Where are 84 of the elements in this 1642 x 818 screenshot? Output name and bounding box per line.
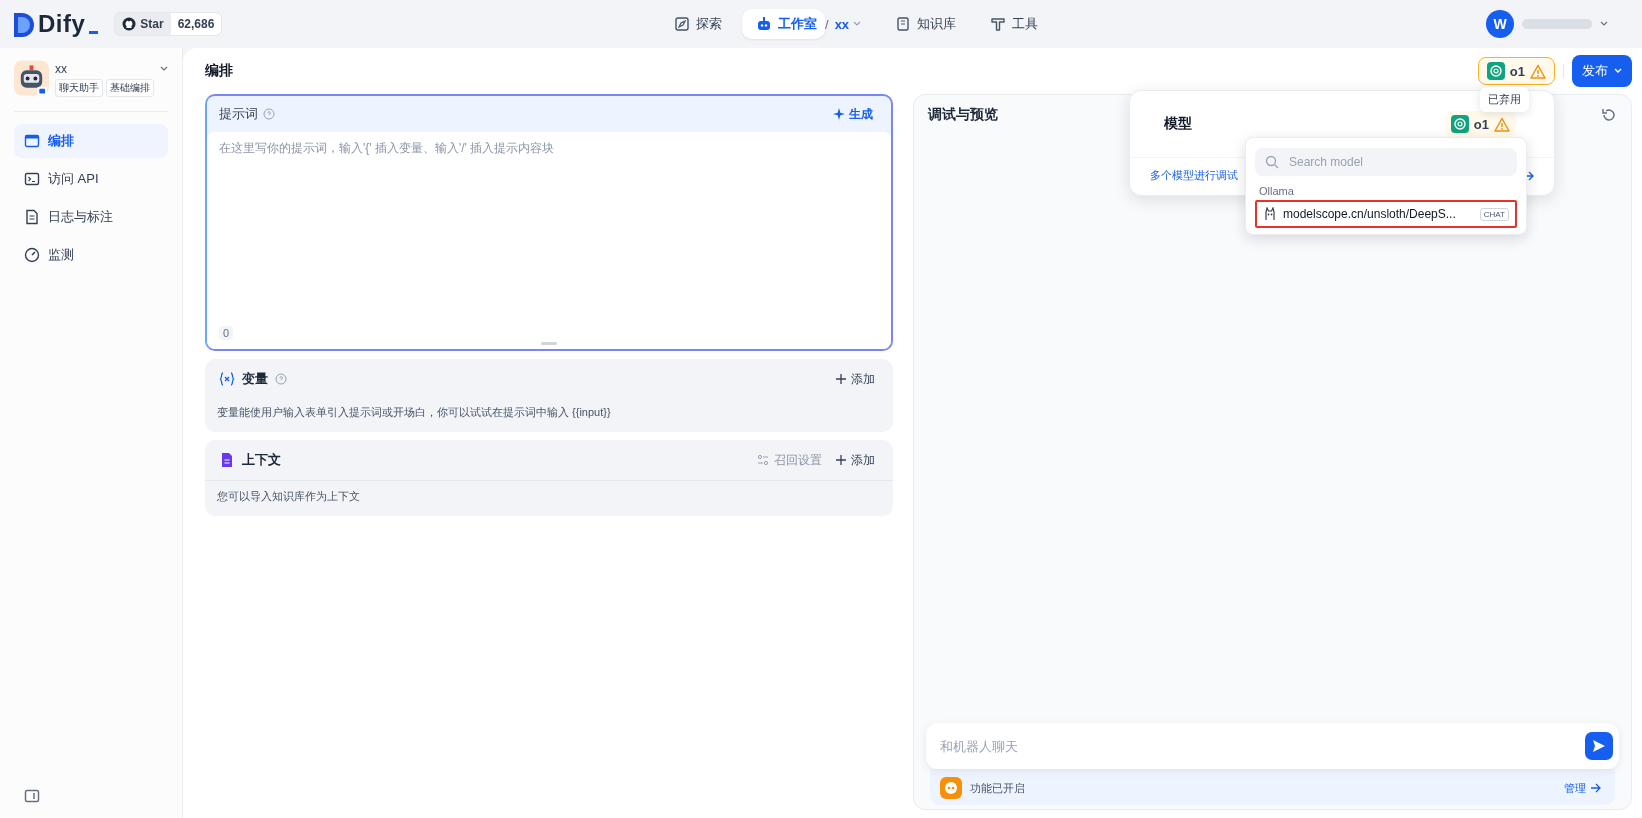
nav-tab[interactable]: 探索: [660, 9, 736, 39]
model-name: o1: [1509, 63, 1525, 79]
help-icon: [275, 373, 287, 385]
sparkle-icon: [833, 108, 845, 120]
character-count: 0: [219, 326, 234, 340]
nav-tab[interactable]: 工作室: [742, 9, 825, 39]
breadcrumb-separator: /: [825, 16, 829, 32]
multi-model-link[interactable]: 多个模型进行调试: [1150, 168, 1238, 183]
chevron-down-icon: [853, 21, 862, 27]
sidebar-item[interactable]: 访问 API: [14, 162, 168, 196]
model-chip[interactable]: o1: [1444, 111, 1516, 137]
compass-icon: [674, 16, 690, 32]
model-selector-button[interactable]: o1: [1477, 57, 1555, 85]
popover-title: 模型: [1164, 115, 1192, 133]
plus-icon: [836, 374, 846, 384]
search-input[interactable]: Search model: [1287, 154, 1507, 170]
model-name: o1: [1473, 116, 1489, 132]
features-status: 功能已开启: [970, 780, 1025, 796]
warning-icon: [1494, 116, 1510, 132]
chevron-down-icon: [1600, 21, 1608, 27]
help-icon: [263, 108, 275, 120]
section-description: 变量能使用户输入表单引入提示词或开场白，你可以试试在提示词中输入 {{input}}: [216, 405, 612, 420]
prompt-title: 提示词: [219, 105, 258, 123]
prompt-input[interactable]: 在这里写你的提示词，输入'{' 插入变量、输入'/' 插入提示内容块: [207, 132, 891, 323]
robot-icon: [756, 16, 772, 32]
document-icon: [24, 209, 40, 225]
sidebar-toggle-icon[interactable]: [24, 788, 40, 804]
logo-icon: [14, 13, 34, 37]
nav-tab[interactable]: 知识库: [881, 9, 971, 39]
app-tag: 基础编排: [106, 79, 154, 97]
panel-title: 调试与预览: [928, 106, 998, 124]
chevron-down-icon: [1614, 68, 1622, 74]
github-star-badge[interactable]: Star 62,686: [114, 12, 223, 36]
manage-link[interactable]: 管理: [1564, 780, 1601, 796]
send-icon: [1592, 739, 1606, 753]
resize-handle[interactable]: [541, 342, 557, 345]
chevron-down-icon[interactable]: [160, 66, 168, 72]
arrow-right-icon: [1591, 783, 1601, 793]
star-count: 62,686: [170, 13, 222, 35]
layout-icon: [24, 133, 40, 149]
chat-input[interactable]: 和机器人聊天: [938, 737, 1585, 755]
nav-tab[interactable]: 工具: [976, 9, 1053, 39]
redacted-name-icon: [1522, 17, 1592, 31]
model-logo-icon: [1450, 115, 1469, 133]
prompt-field[interactable]: 在这里写你的提示词，输入'{' 插入变量、输入'/' 插入提示内容块 0: [207, 132, 891, 349]
warning-icon: [1530, 63, 1546, 79]
sidebar-item[interactable]: 日志与标注: [14, 200, 168, 234]
variable-icon: [219, 371, 235, 387]
github-icon: [122, 17, 137, 31]
sidebar-item[interactable]: 监测: [14, 238, 168, 272]
search-icon: [1265, 155, 1279, 169]
app-robot-icon: [14, 60, 49, 96]
terminal-icon: [24, 171, 40, 187]
chat-input-box[interactable]: 和机器人聊天: [926, 723, 1619, 769]
deprecated-tooltip: 已弃用: [1479, 87, 1529, 112]
plus-icon: [836, 455, 846, 465]
sliders-icon: [757, 454, 769, 466]
file-icon: [219, 452, 235, 468]
app-tag: 聊天助手: [55, 79, 103, 97]
logo-text: Dify: [38, 11, 86, 37]
search-field[interactable]: Search model: [1255, 148, 1517, 176]
refresh-icon[interactable]: [1601, 107, 1617, 123]
add-button[interactable]: 添加: [836, 370, 875, 388]
logo-underscore-mark: [89, 31, 99, 34]
model-type-badge: CHAT: [1479, 207, 1509, 221]
app-switcher[interactable]: xx: [834, 16, 862, 32]
add-button[interactable]: 添加: [836, 451, 875, 469]
section-title: 变量: [242, 370, 268, 388]
publish-button[interactable]: 发布: [1572, 55, 1632, 87]
section-description: 您可以导入知识库作为上下文: [205, 480, 893, 516]
section-title: 上下文: [242, 451, 281, 469]
user-avatar[interactable]: W: [1486, 10, 1514, 38]
star-label: Star: [140, 17, 164, 31]
gauge-icon: [24, 247, 40, 263]
provider-label: Ollama: [1258, 184, 1295, 199]
send-button[interactable]: [1585, 732, 1613, 760]
generate-button[interactable]: 生成: [827, 104, 879, 124]
app-name: xx: [55, 62, 68, 76]
model-logo-icon: [1486, 62, 1505, 80]
book-icon: [895, 16, 912, 32]
page-title: 编排: [205, 62, 234, 80]
model-option[interactable]: modelscope.cn/unsloth/DeepS... CHAT: [1255, 200, 1517, 228]
model-option-name: modelscope.cn/unsloth/DeepS...: [1283, 207, 1456, 221]
sidebar-item[interactable]: 编排: [14, 124, 168, 158]
